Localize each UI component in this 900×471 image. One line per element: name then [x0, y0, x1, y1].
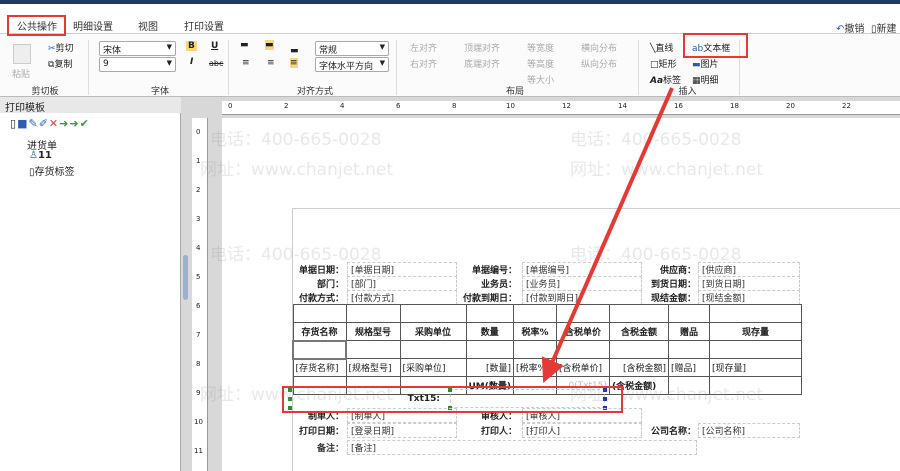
annotation-arrow [541, 87, 674, 383]
arrow-line [541, 87, 674, 383]
